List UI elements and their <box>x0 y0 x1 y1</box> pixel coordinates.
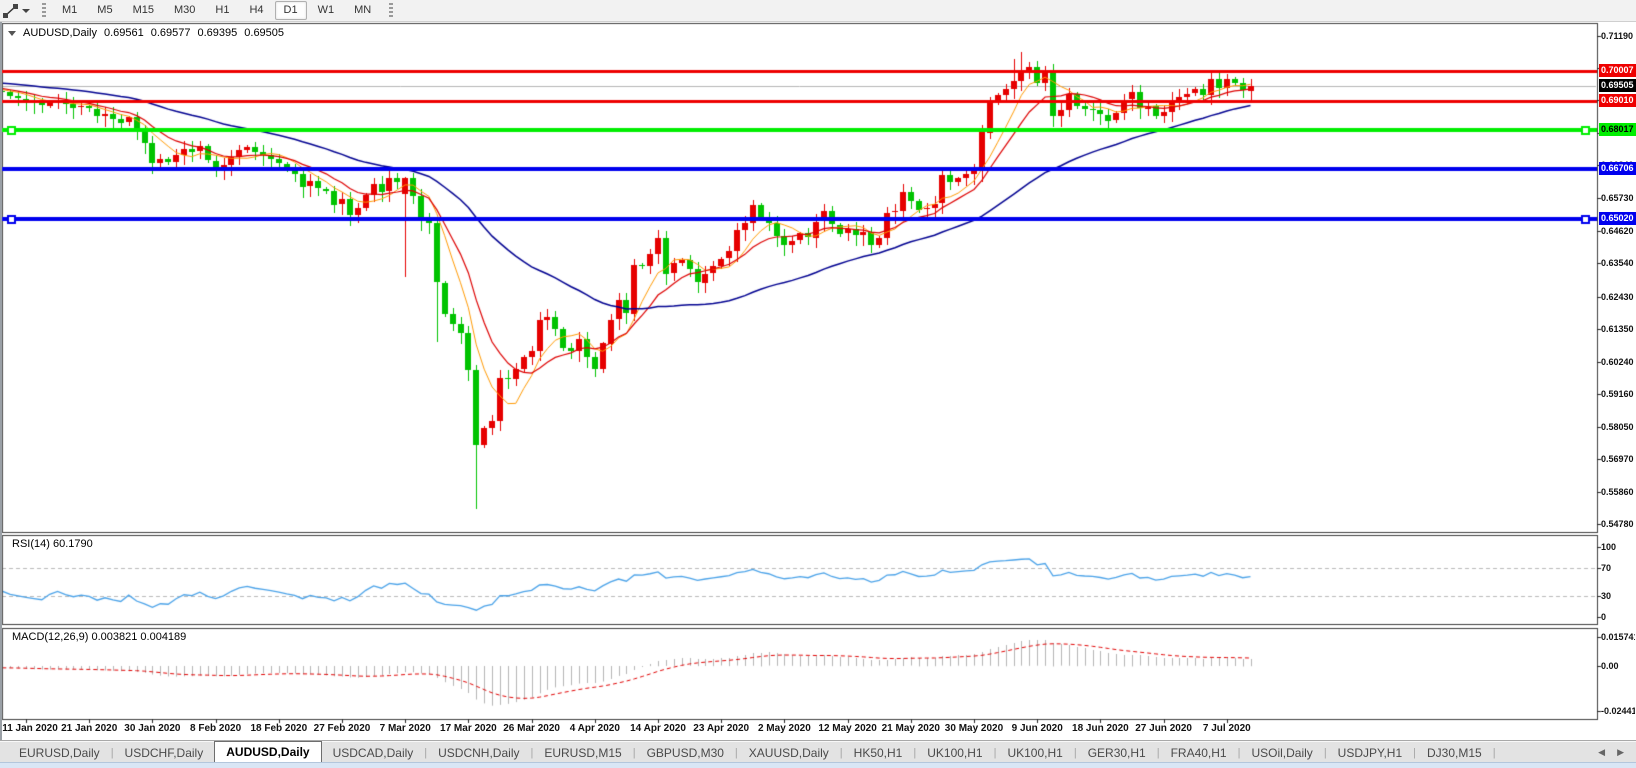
date-label: 8 Feb 2020 <box>186 723 246 735</box>
tab-ger30-h1[interactable]: GER30,H1 <box>1077 744 1157 763</box>
timeframe-button-m15[interactable]: M15 <box>124 1 163 20</box>
trading-app-window: { "toolbar": { "timeframes": ["M1","M5",… <box>0 0 1636 768</box>
tab-uk100-h1[interactable]: UK100,H1 <box>996 744 1073 763</box>
date-label: 23 Apr 2020 <box>691 723 751 735</box>
date-label: 14 Apr 2020 <box>628 723 688 735</box>
toolbar-gripper[interactable] <box>42 3 46 18</box>
rsi-tick-label: 100 <box>1601 542 1635 552</box>
level-badge: 0.66706 <box>1599 162 1636 175</box>
tab-usdjpy-h1[interactable]: USDJPY,H1 <box>1327 744 1413 763</box>
price-tick-label: 0.63540 <box>1601 258 1635 268</box>
collapse-chart-icon[interactable] <box>8 31 16 36</box>
price-tick-label: 0.58050 <box>1601 422 1635 432</box>
tab-xauusd-daily[interactable]: XAUUSD,Daily <box>738 744 840 763</box>
ohlc-open: 0.69561 <box>104 27 144 39</box>
timeframe-buttons: M1M5M15M30H1H4D1W1MN <box>52 1 381 20</box>
price-tick-label: 0.61350 <box>1601 324 1635 334</box>
rsi-indicator-label: RSI(14) 60.1790 <box>12 538 93 550</box>
level-badge: 0.69010 <box>1599 94 1636 107</box>
date-label: 17 Mar 2020 <box>438 723 498 735</box>
price-tick-label: 0.55860 <box>1601 487 1635 497</box>
tabs-scroll-left-icon[interactable]: ◀ <box>1592 747 1611 758</box>
price-tick-label: 0.62430 <box>1601 292 1635 302</box>
date-label: 2 May 2020 <box>754 723 814 735</box>
window-frame-edge <box>0 21 2 740</box>
tab-usdcad-daily[interactable]: USDCAD,Daily <box>322 744 425 763</box>
date-label: 21 Jan 2020 <box>59 723 119 735</box>
chart-symbol-period: AUDUSD,Daily <box>23 27 97 39</box>
price-tick-label: 0.56970 <box>1601 454 1635 464</box>
tabs-scroll-right-icon[interactable]: ▶ <box>1611 747 1630 758</box>
chevron-down-icon <box>22 9 30 13</box>
status-bar <box>0 762 1636 768</box>
price-tick-label: 0.71190 <box>1601 31 1635 41</box>
date-label: 9 Jun 2020 <box>1007 723 1067 735</box>
timeframe-button-mn[interactable]: MN <box>345 1 380 20</box>
price-tick-label: 0.65730 <box>1601 193 1635 203</box>
chart-canvas[interactable] <box>0 0 1636 768</box>
date-label: 7 Jul 2020 <box>1197 723 1257 735</box>
chart-tabbar: EURUSD,Daily|USDCHF,DailyAUDUSD,DailyUSD… <box>0 740 1636 763</box>
current-price-badge: 0.69505 <box>1599 79 1636 92</box>
timeframe-button-m30[interactable]: M30 <box>165 1 204 20</box>
timeframe-button-w1[interactable]: W1 <box>309 1 344 20</box>
date-label: 4 Apr 2020 <box>565 723 625 735</box>
macd-tick-label: 0.015741 <box>1601 632 1635 642</box>
date-label: 26 Mar 2020 <box>502 723 562 735</box>
toolbar-gripper-2[interactable] <box>389 3 393 18</box>
toolbar: M1M5M15M30H1H4D1W1MN <box>0 0 1636 22</box>
tab-hk50-h1[interactable]: HK50,H1 <box>843 744 914 763</box>
date-label: 18 Jun 2020 <box>1070 723 1130 735</box>
date-label: 27 Feb 2020 <box>312 723 372 735</box>
ohlc-close: 0.69505 <box>244 27 284 39</box>
macd-tick-label: -0.02441 <box>1601 706 1635 716</box>
chart-title: AUDUSD,Daily 0.69561 0.69577 0.69395 0.6… <box>8 27 291 39</box>
tab-fra40-h1[interactable]: FRA40,H1 <box>1160 744 1238 763</box>
date-label: 18 Feb 2020 <box>249 723 309 735</box>
macd-tick-label: 0.00 <box>1601 661 1635 671</box>
ohlc-low: 0.69395 <box>198 27 238 39</box>
timeframe-button-h4[interactable]: H4 <box>240 1 272 20</box>
line-tool-icon <box>3 4 18 18</box>
timeframe-button-m5[interactable]: M5 <box>88 1 121 20</box>
line-tool-button[interactable] <box>0 0 34 21</box>
rsi-tick-label: 70 <box>1601 563 1635 573</box>
timeframe-button-m1[interactable]: M1 <box>53 1 86 20</box>
tab-usdchf-daily[interactable]: USDCHF,Daily <box>114 744 215 763</box>
date-label: 27 Jun 2020 <box>1134 723 1194 735</box>
tab-gbpusd-m30[interactable]: GBPUSD,M30 <box>636 744 735 763</box>
ohlc-high: 0.69577 <box>151 27 191 39</box>
date-label: 21 May 2020 <box>881 723 941 735</box>
rsi-tick-label: 30 <box>1601 591 1635 601</box>
timeframe-button-h1[interactable]: H1 <box>206 1 238 20</box>
price-tick-label: 0.54780 <box>1601 519 1635 529</box>
tab-dj30-m15[interactable]: DJ30,M15 <box>1416 744 1493 763</box>
price-tick-label: 0.64620 <box>1601 226 1635 236</box>
tab-usdcnh-daily[interactable]: USDCNH,Daily <box>427 744 530 763</box>
date-label: 30 Jan 2020 <box>122 723 182 735</box>
tab-audusd-daily[interactable]: AUDUSD,Daily <box>214 741 321 763</box>
tab-eurusd-daily[interactable]: EURUSD,Daily <box>8 744 111 763</box>
timeframe-button-d1[interactable]: D1 <box>275 1 307 20</box>
date-label: 11 Jan 2020 <box>0 723 60 735</box>
date-label: 7 Mar 2020 <box>375 723 435 735</box>
tab-uk100-h1[interactable]: UK100,H1 <box>916 744 993 763</box>
macd-indicator-label: MACD(12,26,9) 0.003821 0.004189 <box>12 631 186 643</box>
tab-scroll-arrows: ◀▶ <box>1592 741 1636 763</box>
tab-usoil-daily[interactable]: USOil,Daily <box>1240 744 1323 763</box>
rsi-tick-label: 0 <box>1601 612 1635 622</box>
tab-eurusd-m15[interactable]: EURUSD,M15 <box>533 744 632 763</box>
level-badge: 0.68017 <box>1599 123 1636 136</box>
price-tick-label: 0.59160 <box>1601 389 1635 399</box>
tab-separator: | <box>1493 744 1496 763</box>
price-tick-label: 0.60240 <box>1601 357 1635 367</box>
level-badge: 0.65020 <box>1599 212 1636 225</box>
date-label: 12 May 2020 <box>818 723 878 735</box>
date-label: 30 May 2020 <box>944 723 1004 735</box>
level-badge: 0.70007 <box>1599 64 1636 77</box>
